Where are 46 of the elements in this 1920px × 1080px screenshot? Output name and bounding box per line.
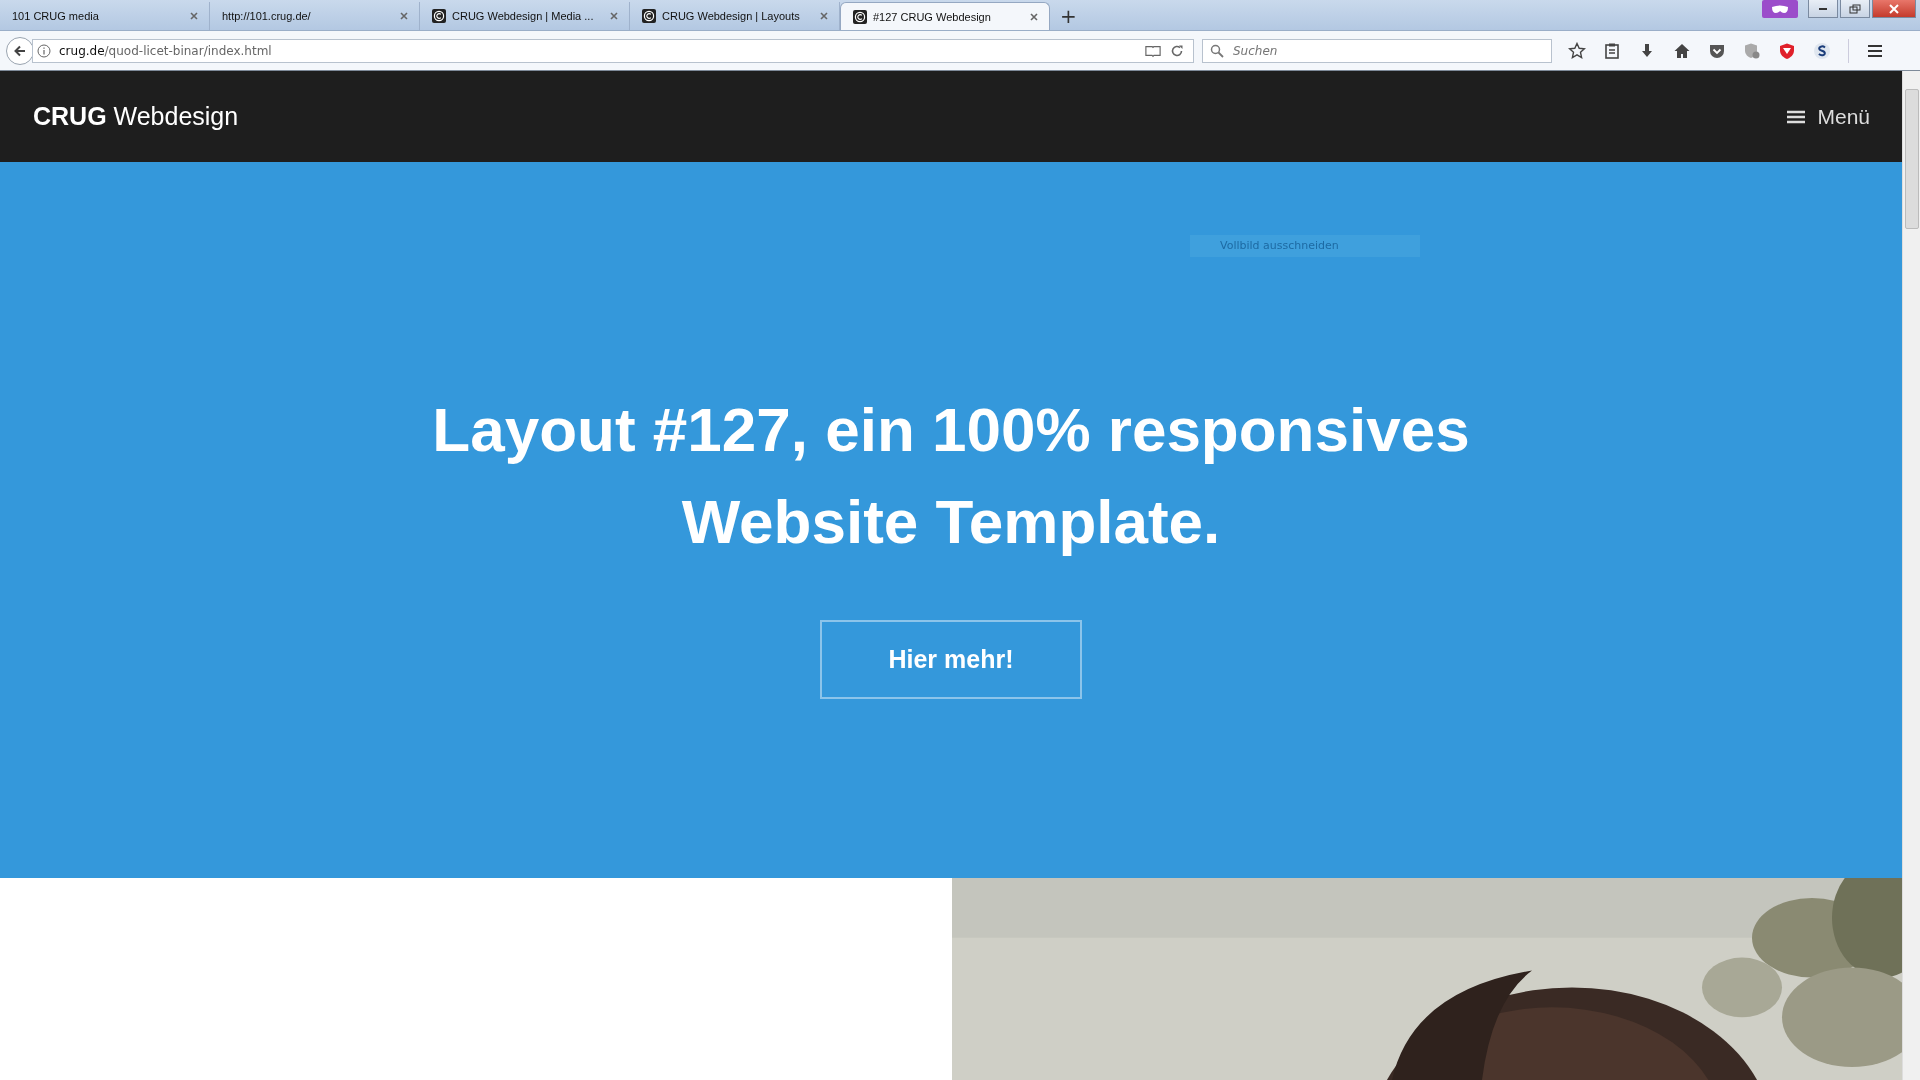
browser-tab[interactable]: http://101.crug.de/ (210, 2, 420, 30)
close-icon[interactable] (189, 11, 199, 21)
browser-tab[interactable]: CRUG Webdesign | Media ... (420, 2, 630, 30)
hero-headline: Layout #127, ein 100% responsives Website Template. (431, 394, 1471, 558)
close-icon[interactable] (819, 11, 829, 21)
tab-title: http://101.crug.de/ (222, 10, 312, 22)
copyright-icon (642, 9, 656, 23)
clipboard-icon[interactable] (1603, 41, 1621, 60)
info-icon[interactable] (37, 43, 51, 58)
browser-tab[interactable]: #127 CRUG Webdesign (840, 2, 1050, 30)
search-box[interactable]: Suchen (1202, 38, 1552, 63)
close-icon[interactable] (609, 11, 619, 21)
s-logo-icon[interactable] (1813, 41, 1831, 60)
close-window-button[interactable] (1872, 0, 1916, 18)
shield-icon[interactable] (1778, 41, 1796, 60)
tab-title: CRUG Webdesign | Media ... (452, 10, 595, 22)
browser-tab[interactable]: 101 CRUG media (0, 2, 210, 30)
mask-icon (1762, 0, 1798, 18)
reader-view-icon[interactable] (1145, 43, 1161, 58)
copyright-icon (853, 9, 867, 24)
tooltip: Vollbild ausschneiden (1190, 235, 1420, 257)
new-tab-button[interactable]: + (1050, 2, 1087, 30)
restore-icon (1849, 3, 1861, 14)
minimize-icon (1819, 7, 1827, 10)
reload-icon[interactable] (1169, 43, 1185, 58)
shield-icon[interactable] (1743, 41, 1761, 60)
close-icon[interactable] (399, 11, 409, 21)
close-icon[interactable] (1029, 11, 1039, 22)
home-icon[interactable] (1673, 41, 1691, 60)
star-icon[interactable] (1568, 41, 1586, 60)
scrollbar[interactable] (1902, 71, 1920, 1080)
copyright-icon (432, 9, 446, 23)
tab-title: CRUG Webdesign | Layouts (662, 10, 801, 22)
search-icon (1209, 43, 1225, 58)
restore-button[interactable] (1840, 0, 1870, 18)
back-button[interactable] (6, 36, 34, 65)
menu-button[interactable]: Menü (1781, 103, 1876, 130)
address-bar[interactable]: crug.de/quod-licet-binar/index.html (32, 38, 1194, 63)
minimize-button[interactable] (1808, 0, 1838, 18)
close-icon (1888, 3, 1900, 14)
brand-logo[interactable]: CRUG Webdesign (33, 102, 239, 131)
tab-title: #127 CRUG Webdesign (873, 10, 992, 23)
browser-tab[interactable]: CRUG Webdesign | Layouts (630, 2, 840, 30)
tab-title: 101 CRUG media (12, 10, 100, 22)
url-text: crug.de/quod-licet-binar/index.html (59, 43, 272, 58)
menu-icon (1787, 109, 1806, 124)
